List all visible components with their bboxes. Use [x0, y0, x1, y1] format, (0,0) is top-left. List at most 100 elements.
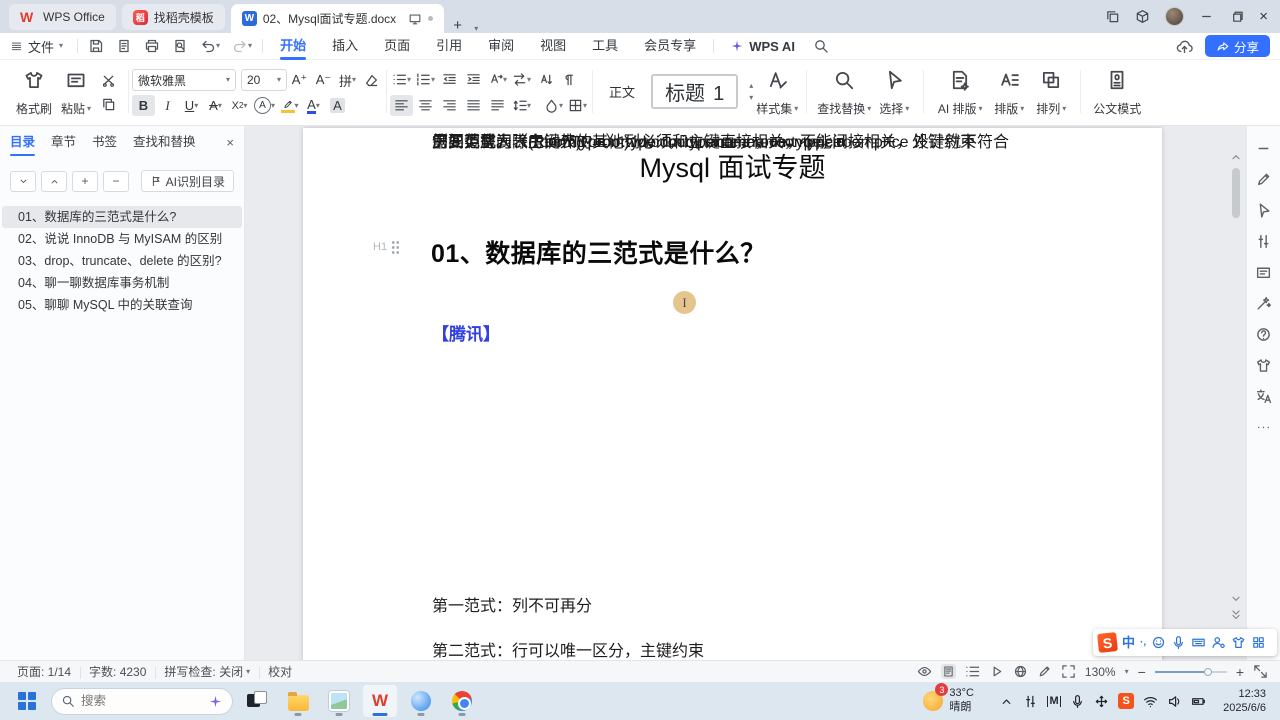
style-heading1[interactable]: 标题 1	[643, 64, 746, 119]
photos-app-button[interactable]	[322, 685, 356, 717]
decrease-indent-button[interactable]	[438, 69, 461, 90]
style-set-button[interactable]: 样式集 ▾	[756, 64, 798, 119]
menu-tab-review[interactable]: 审阅	[475, 33, 527, 60]
translate-icon[interactable]	[1255, 388, 1272, 405]
paragraph[interactable]: 房间类型表（RoomType）:typeid，typename，roompric…	[432, 128, 842, 152]
layout-button[interactable]: 排版 ▾	[988, 64, 1030, 119]
print-button[interactable]	[138, 38, 166, 54]
paragraph[interactable]: 第二范式：行可以唯一区分，主键约束	[432, 637, 704, 660]
select-button[interactable]: 选择 ▾	[873, 64, 915, 119]
cloud-upload-icon[interactable]	[1176, 38, 1193, 55]
sidebar-tab-bookmark[interactable]: 书签	[92, 126, 117, 158]
text-effects-button[interactable]: A ▾	[252, 95, 277, 116]
zoom-level[interactable]: 130%	[1085, 665, 1116, 679]
menu-tab-member[interactable]: 会员专享	[631, 33, 709, 60]
skin-icon[interactable]	[1255, 357, 1272, 374]
volume-icon[interactable]	[1167, 694, 1182, 709]
style-body[interactable]: 正文	[601, 64, 643, 119]
menu-tab-reference[interactable]: 引用	[423, 33, 475, 60]
document-page[interactable]: Mysql 面试专题 H1 01、数据库的三范式是什么？ I 【腾讯】 第一范式…	[303, 128, 1162, 660]
battery-icon[interactable]	[1191, 694, 1206, 709]
restore-button[interactable]	[1229, 9, 1244, 24]
vertical-scrollbar[interactable]	[1229, 126, 1243, 660]
weather-widget[interactable]: 3 33°C 晴朗	[923, 683, 978, 715]
text-direction-button[interactable]: ▾	[486, 69, 509, 90]
window-stack-icon[interactable]	[1105, 9, 1120, 24]
char-shading-button[interactable]: A	[326, 95, 349, 116]
more-options-icon[interactable]	[1255, 419, 1272, 436]
font-size-select[interactable]: 20 ▾	[241, 69, 287, 91]
drag-handle-icon[interactable]	[391, 240, 401, 254]
strikethrough-button[interactable]: A ▾	[204, 95, 227, 116]
toc-zoom-out-button[interactable]: −	[103, 170, 129, 192]
toc-collapse-up-button[interactable]	[41, 170, 67, 192]
print-layout-view-icon[interactable]	[940, 664, 956, 679]
scroll-up-button[interactable]	[1229, 150, 1243, 164]
align-justify-button[interactable]	[462, 95, 485, 116]
tray-mic-icon[interactable]	[1070, 694, 1085, 709]
phonetic-guide-button[interactable]: 拼 ▾	[336, 70, 359, 91]
increase-indent-button[interactable]	[462, 69, 485, 90]
user-avatar[interactable]	[1165, 7, 1185, 26]
zoom-slider-thumb[interactable]	[1203, 667, 1212, 676]
heading-gutter[interactable]: H1	[373, 240, 401, 254]
next-page-button[interactable]	[1229, 608, 1243, 622]
export-button[interactable]	[110, 38, 138, 54]
tab-docer-templates[interactable]: 稻 找稻壳模板	[121, 4, 225, 30]
ime-punctuation-button[interactable]: ·,	[1140, 637, 1146, 648]
copy-button[interactable]	[97, 94, 120, 115]
start-button[interactable]	[10, 685, 44, 717]
help-icon[interactable]	[1255, 326, 1272, 343]
monitor-icon[interactable]	[408, 12, 422, 26]
print-preview-button[interactable]	[166, 38, 194, 54]
soft-keyboard-icon[interactable]	[1191, 635, 1206, 650]
toc-zoom-in-button[interactable]: +	[72, 170, 98, 192]
ink-pen-icon[interactable]	[1037, 664, 1052, 679]
tab-wps-office[interactable]: W WPS Office	[9, 4, 116, 30]
toc-item[interactable]: 04、聊一聊数据库事务机制	[2, 272, 242, 294]
align-center-button[interactable]	[414, 95, 437, 116]
select-cursor-icon[interactable]	[1255, 202, 1272, 219]
spellcheck-status[interactable]: 拼写检查: 关闭 ▾	[155, 663, 259, 680]
presentation-play-icon[interactable]	[989, 664, 1004, 679]
menu-tab-tools[interactable]: 工具	[579, 33, 631, 60]
tray-input-indicator-icon[interactable]	[1094, 694, 1109, 709]
word-count[interactable]: 字数: 4230	[80, 663, 155, 680]
bold-button[interactable]: B	[132, 95, 155, 116]
toc-expand-down-button[interactable]	[10, 170, 36, 192]
paragraph[interactable]: 第一范式：列不可再分	[432, 592, 592, 616]
taskbar-clock[interactable]: 12:33 2025/6/6	[1223, 687, 1270, 716]
increase-font-button[interactable]: A⁺	[288, 70, 311, 91]
menu-tab-insert[interactable]: 插入	[319, 33, 371, 60]
font-name-select[interactable]: 微软雅黑 ▾	[132, 69, 236, 91]
ime-toolbox-icon[interactable]	[1251, 635, 1266, 650]
integration-icon[interactable]	[1135, 9, 1150, 24]
toc-item[interactable]: 05、聊聊 MySQL 中的关联查询	[2, 294, 242, 316]
properties-sliders-icon[interactable]	[1255, 233, 1272, 250]
emoji-icon[interactable]	[1151, 635, 1166, 650]
menu-tab-wps-ai[interactable]: WPS AI	[718, 39, 807, 54]
official-mode-button[interactable]: 公文模式	[1089, 64, 1145, 119]
text-convert-button[interactable]: ▾	[510, 69, 533, 90]
zoom-in-button[interactable]: +	[1236, 664, 1244, 680]
tab-document-active[interactable]: W 02、Mysql面试专题.docx	[230, 4, 445, 33]
outline-view-icon[interactable]	[965, 664, 980, 679]
toc-item[interactable]: 01、数据库的三范式是什么?	[2, 206, 242, 228]
numbered-list-button[interactable]: ▾	[414, 69, 437, 90]
file-explorer-button[interactable]	[281, 685, 315, 717]
font-color-button[interactable]: A ▾	[302, 95, 325, 116]
clear-format-button[interactable]	[360, 70, 383, 91]
taskbar-search[interactable]	[51, 687, 233, 715]
close-button[interactable]: ×	[1259, 9, 1268, 24]
proofread-button[interactable]: 校对	[259, 663, 301, 680]
tray-sogou-icon[interactable]: S	[1118, 693, 1135, 709]
gallery-down-icon[interactable]: ▾	[749, 93, 753, 102]
chrome-app-button[interactable]	[445, 685, 479, 717]
undo-button[interactable]: ▾	[194, 38, 226, 54]
focus-mode-icon[interactable]	[1061, 664, 1076, 679]
arrange-button[interactable]: 排列 ▾	[1030, 64, 1072, 119]
show-marks-button[interactable]	[558, 69, 581, 90]
hidden-icons-chevron[interactable]	[999, 694, 1014, 709]
sidebar-tab-find-replace[interactable]: 查找和替换	[133, 126, 196, 158]
magic-wand-icon[interactable]	[1255, 295, 1272, 312]
